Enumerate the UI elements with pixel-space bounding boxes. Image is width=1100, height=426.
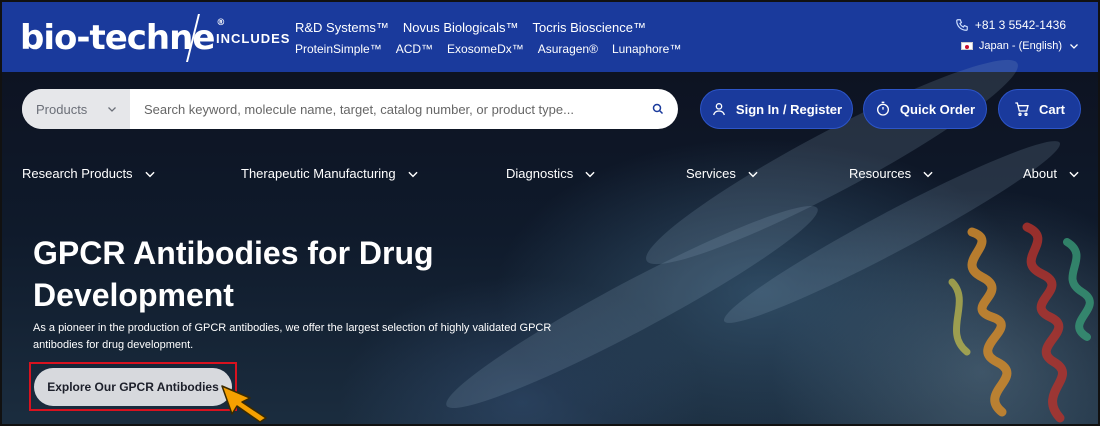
chevron-down-icon [144,171,155,177]
search-bar: Products [22,89,678,129]
nav-item-services[interactable]: Services [686,166,760,181]
pointer-cursor-icon [221,385,267,423]
page-frame: bio-techne ® INCLUDES R&D Systems™ Novus … [0,0,1100,426]
chevron-down-icon [408,171,418,177]
chevron-down-icon [585,171,595,177]
search-icon [652,103,664,115]
protein-helix-image [948,222,1094,423]
nav-item-resources[interactable]: Resources [849,166,935,181]
locale-label: Japan - (English) [978,40,1062,52]
brand-link-acd[interactable]: ACD™ [396,42,433,56]
logo-text: bio-techne [20,18,215,58]
sign-in-label: Sign In / Register [735,101,843,117]
nav-item-research-products[interactable]: Research Products [22,166,157,181]
chevron-down-icon [1070,44,1078,49]
search-category-dropdown[interactable]: Products [22,89,130,129]
logo-registered-mark: ® [216,18,225,28]
brand-bar: bio-techne ® INCLUDES R&D Systems™ Novus … [2,2,1098,72]
chevron-down-icon [108,107,116,112]
hero-title: GPCR Antibodies for Drug Development [33,235,434,313]
phone-number: +81 3 5542-1436 [974,18,1066,32]
brand-link-tocris[interactable]: Tocris Bioscience™ [533,20,646,35]
brand-link-rnd-systems[interactable]: R&D Systems™ [295,20,389,35]
search-input[interactable] [130,89,638,129]
search-button[interactable] [638,89,678,129]
brands-row-1: R&D Systems™ Novus Biologicals™ Tocris B… [295,20,646,35]
brands-row-2: ProteinSimple™ ACD™ ExosomeDx™ Asuragen®… [295,42,681,56]
cart-label: Cart [1038,101,1065,117]
phone-link[interactable]: +81 3 5542-1436 [955,18,1066,32]
cta-label: Explore Our GPCR Antibodies [47,380,219,394]
brand-link-novus[interactable]: Novus Biologicals™ [403,20,519,35]
phone-icon [956,19,968,31]
nav-label: Therapeutic Manufacturing [241,166,396,181]
nav-label: Resources [849,166,912,181]
nav-item-therapeutic-manufacturing[interactable]: Therapeutic Manufacturing [241,166,420,181]
quick-order-label: Quick Order [899,101,976,117]
brand-link-proteinsimple[interactable]: ProteinSimple™ [295,42,382,56]
quick-order-button[interactable]: Quick Order [863,89,987,129]
hero-subtitle: As a pioneer in the production of GPCR a… [33,322,552,351]
nav-item-about[interactable]: About [1023,166,1081,181]
nav-label: Diagnostics [506,166,574,181]
includes-label: INCLUDES [216,31,291,46]
brand-link-lunaphore[interactable]: Lunaphore™ [612,42,681,56]
nav-label: About [1023,166,1057,181]
chevron-down-icon [1069,171,1079,177]
explore-gpcr-antibodies-button[interactable]: Explore Our GPCR Antibodies [34,368,232,406]
chevron-down-icon [748,171,758,177]
search-category-label: Products [36,101,88,117]
stopwatch-icon [876,101,889,116]
nav-label: Research Products [22,166,133,181]
cart-button[interactable]: Cart [998,89,1081,129]
locale-selector[interactable]: Japan - (English) [960,40,1080,52]
nav-label: Services [686,166,736,181]
user-icon [712,103,725,116]
brand-link-asuragen[interactable]: Asuragen® [538,42,598,56]
brand-link-exosomedx[interactable]: ExosomeDx™ [447,42,524,56]
main-nav: Research Products Therapeutic Manufactur… [2,166,1098,188]
sign-in-register-button[interactable]: Sign In / Register [700,89,853,129]
cart-icon [1015,102,1029,116]
chevron-down-icon [923,171,933,177]
japan-flag-icon [960,42,973,50]
nav-item-diagnostics[interactable]: Diagnostics [506,166,597,181]
